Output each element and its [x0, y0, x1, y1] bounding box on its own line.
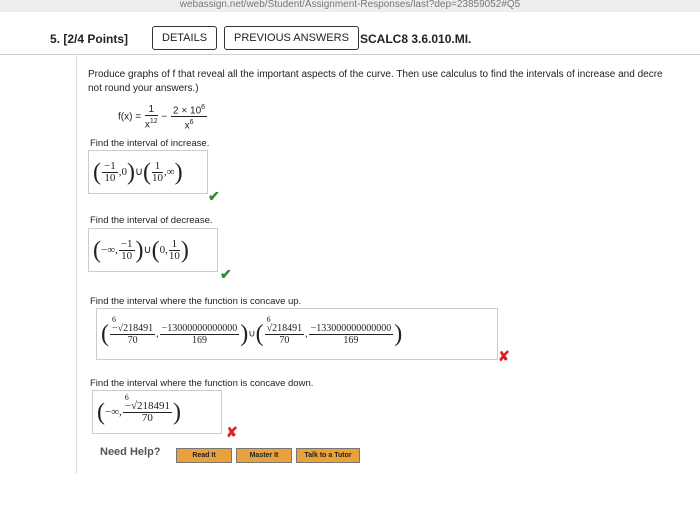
question-number: 5. [2/4 Points] — [50, 32, 129, 46]
term-1: 1 x12 — [144, 104, 158, 130]
need-help-label: Need Help? — [100, 446, 161, 458]
previous-answers-button[interactable]: PREVIOUS ANSWERS — [224, 26, 359, 50]
browser-url-bar: webassign.net/web/Student/Assignment-Res… — [0, 0, 700, 12]
prompt-line-1: Produce graphs of f that reveal all the … — [88, 69, 663, 80]
term-1-den: x12 — [144, 117, 158, 130]
function-definition: f(x) = 1 x12 − 2 × 106 x6 — [118, 102, 208, 132]
talk-to-tutor-button[interactable]: Talk to a Tutor — [296, 448, 360, 463]
concave-down-incorrect-icon: ✘ — [226, 424, 238, 440]
term-2: 2 × 106 x6 — [171, 102, 208, 132]
decrease-answer-field[interactable]: (−∞, −1 10)∪(0, 1 10) — [88, 228, 218, 272]
decrease-label: Find the interval of decrease. — [90, 215, 213, 226]
prompt-text: Produce graphs of f that reveal all the … — [88, 68, 698, 96]
concave-up-label: Find the interval where the function is … — [90, 296, 302, 307]
prompt-line-2: not round your answers.) — [88, 83, 199, 94]
concave-up-answer-field[interactable]: (6 −√218491 70, −13000000000000 169)∪(6 √2184… — [96, 308, 498, 360]
minus-sign: − — [161, 111, 168, 123]
read-it-button[interactable]: Read It — [176, 448, 232, 463]
decrease-correct-icon: ✔ — [220, 266, 232, 282]
increase-label: Find the interval of increase. — [90, 138, 210, 149]
function-lhs: f(x) = — [118, 111, 142, 123]
url-text: webassign.net/web/Student/Assignment-Res… — [179, 0, 521, 10]
concave-down-answer-field[interactable]: (−∞, 6 −√218491 70) — [92, 390, 222, 434]
details-button[interactable]: DETAILS — [152, 26, 218, 50]
increase-answer-field[interactable]: (−1 10,0)∪(1 10 ,∞) — [88, 150, 208, 194]
problem-code: SCALC8 3.6.010.MI. — [360, 32, 472, 46]
term-2-num: 2 × 106 — [171, 104, 208, 118]
term-1-num: 1 — [144, 104, 158, 116]
master-it-button[interactable]: Master It — [236, 448, 292, 463]
term-2-den: x6 — [184, 119, 194, 132]
concave-up-incorrect-icon: ✘ — [498, 348, 510, 364]
question-header: 5. [2/4 Points] DETAILS PREVIOUS ANSWERS… — [0, 12, 700, 55]
increase-correct-icon: ✔ — [208, 188, 220, 204]
concave-down-label: Find the interval where the function is … — [90, 378, 314, 389]
